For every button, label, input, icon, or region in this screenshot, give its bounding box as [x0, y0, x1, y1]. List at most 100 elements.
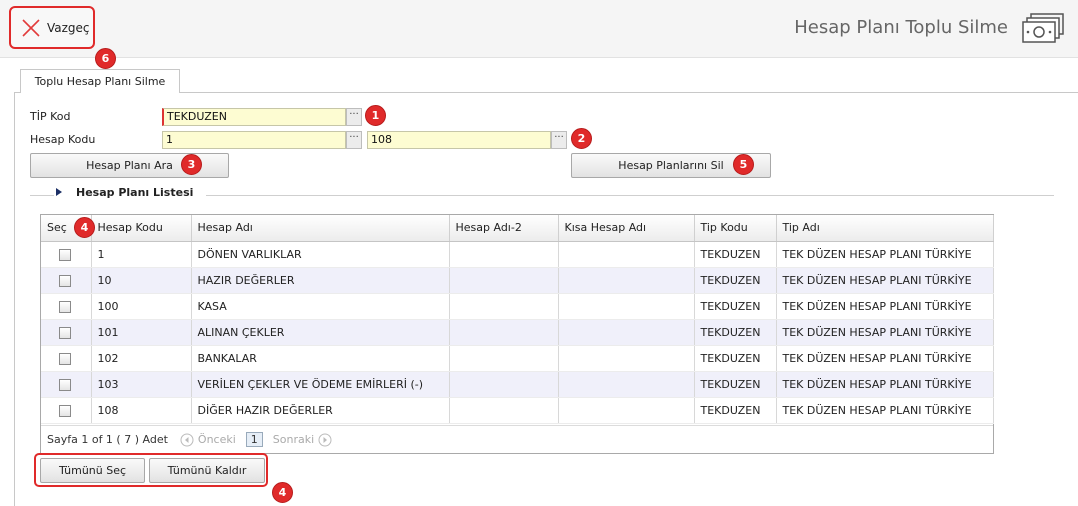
prev-page-button[interactable]: Önceki	[172, 433, 236, 447]
table-row[interactable]: 108 DİĞER HAZIR DEĞERLER TEKDUZEN TEK DÜ…	[41, 397, 994, 424]
hesap-kodu-from-input[interactable]: 1	[162, 131, 346, 149]
row-checkbox-cell	[41, 345, 92, 372]
col-hesap-adi[interactable]: Hesap Adı	[191, 215, 450, 242]
cell-tip-adi: TEK DÜZEN HESAP PLANI TÜRKİYE	[776, 397, 994, 424]
col-tip-kodu[interactable]: Tip Kodu	[694, 215, 777, 242]
annotation-badge-1: 1	[365, 105, 386, 126]
cell-hesap-adi-2	[449, 267, 559, 294]
col-kisa-hesap-adi[interactable]: Kısa Hesap Adı	[558, 215, 695, 242]
cell-hesap-adi-2	[449, 397, 559, 424]
page-title: Hesap Planı Toplu Silme	[794, 17, 1008, 38]
annotation-badge-3: 3	[181, 154, 202, 175]
cell-hesap-adi-2	[449, 241, 559, 268]
row-checkbox-cell	[41, 293, 92, 320]
cell-kisa-hesap-adi	[558, 371, 695, 398]
cell-hesap-adi: ALINAN ÇEKLER	[191, 319, 450, 346]
cell-tip-adi: TEK DÜZEN HESAP PLANI TÜRKİYE	[776, 241, 994, 268]
row-checkbox[interactable]	[59, 326, 71, 339]
cell-tip-adi: TEK DÜZEN HESAP PLANI TÜRKİYE	[776, 267, 994, 294]
collapse-arrow-icon[interactable]	[56, 188, 62, 196]
cell-tip-adi: TEK DÜZEN HESAP PLANI TÜRKİYE	[776, 371, 994, 398]
select-all-button[interactable]: Tümünü Seç	[40, 458, 145, 483]
cell-hesap-kodu: 100	[91, 293, 192, 320]
clear-all-button[interactable]: Tümünü Kaldır	[149, 458, 265, 483]
row-checkbox[interactable]	[59, 274, 71, 287]
hesap-kodu-to-input[interactable]: 108	[367, 131, 551, 149]
legend-line-right	[206, 195, 1054, 196]
cell-hesap-adi: KASA	[191, 293, 450, 320]
annotation-badge-4-bottom: 4	[272, 482, 293, 503]
row-checkbox-cell	[41, 241, 92, 268]
row-checkbox-cell	[41, 267, 92, 294]
hesap-kodu-label: Hesap Kodu	[30, 133, 96, 146]
hesap-kodu-from-trigger-button[interactable]: ···	[346, 131, 362, 149]
row-checkbox[interactable]	[59, 404, 71, 417]
clear-all-label: Tümünü Kaldır	[167, 464, 247, 477]
table-row[interactable]: 103 VERİLEN ÇEKLER VE ÖDEME EMİRLERİ (-)…	[41, 371, 994, 398]
tip-kod-trigger-button[interactable]: ···	[346, 108, 362, 126]
money-stack-icon	[1022, 13, 1064, 43]
cell-hesap-adi: BANKALAR	[191, 345, 450, 372]
cell-tip-adi: TEK DÜZEN HESAP PLANI TÜRKİYE	[776, 293, 994, 320]
grid-header-row: Seç Hesap Kodu Hesap Adı Hesap Adı-2 Kıs…	[41, 215, 994, 242]
cell-hesap-kodu: 102	[91, 345, 192, 372]
tip-kod-input[interactable]: TEKDUZEN	[162, 108, 346, 126]
cell-hesap-adi-2	[449, 371, 559, 398]
cell-tip-kodu: TEKDUZEN	[694, 319, 777, 346]
hesap-kodu-to-trigger-button[interactable]: ···	[551, 131, 567, 149]
col-hesap-adi-2[interactable]: Hesap Adı-2	[449, 215, 559, 242]
cell-kisa-hesap-adi	[558, 293, 695, 320]
cell-kisa-hesap-adi	[558, 397, 695, 424]
chevron-left-icon	[180, 433, 194, 446]
prev-page-label: Önceki	[197, 433, 236, 446]
cell-hesap-adi: VERİLEN ÇEKLER VE ÖDEME EMİRLERİ (-)	[191, 371, 450, 398]
annotation-badge-6: 6	[95, 48, 116, 69]
row-checkbox[interactable]	[59, 378, 71, 391]
tab-toplu-silme[interactable]: Toplu Hesap Planı Silme	[20, 69, 180, 93]
search-button-label: Hesap Planı Ara	[86, 159, 173, 172]
cell-tip-adi: TEK DÜZEN HESAP PLANI TÜRKİYE	[776, 319, 994, 346]
table-row[interactable]: 100 KASA TEKDUZEN TEK DÜZEN HESAP PLANI …	[41, 293, 994, 320]
row-checkbox-cell	[41, 371, 92, 398]
hesap-plani-grid: Seç Hesap Kodu Hesap Adı Hesap Adı-2 Kıs…	[40, 214, 994, 454]
cell-tip-adi: TEK DÜZEN HESAP PLANI TÜRKİYE	[776, 345, 994, 372]
col-tip-adi[interactable]: Tip Adı	[776, 215, 994, 242]
table-row[interactable]: 102 BANKALAR TEKDUZEN TEK DÜZEN HESAP PL…	[41, 345, 994, 372]
top-toolbar: Vazgeç Hesap Planı Toplu Silme	[0, 0, 1078, 58]
col-hesap-kodu[interactable]: Hesap Kodu	[91, 215, 192, 242]
row-checkbox[interactable]	[59, 352, 71, 365]
row-checkbox-cell	[41, 397, 92, 424]
cancel-button[interactable]: Vazgeç	[9, 6, 95, 49]
cell-hesap-adi: DİĞER HAZIR DEĞERLER	[191, 397, 450, 424]
cell-hesap-adi-2	[449, 319, 559, 346]
cell-tip-kodu: TEKDUZEN	[694, 267, 777, 294]
cell-tip-kodu: TEKDUZEN	[694, 345, 777, 372]
pager-summary: Sayfa 1 of 1 ( 7 ) Adet	[47, 433, 168, 446]
tip-kod-label: TİP Kod	[30, 110, 71, 123]
cell-hesap-adi-2	[449, 293, 559, 320]
row-checkbox[interactable]	[59, 248, 71, 261]
annotation-badge-5: 5	[733, 154, 754, 175]
cancel-label: Vazgeç	[47, 20, 90, 35]
table-row[interactable]: 10 HAZIR DEĞERLER TEKDUZEN TEK DÜZEN HES…	[41, 267, 994, 294]
grid-table: Seç Hesap Kodu Hesap Adı Hesap Adı-2 Kıs…	[41, 215, 994, 424]
grid-pager: Sayfa 1 of 1 ( 7 ) Adet Önceki 1 Sonraki	[41, 425, 993, 453]
cell-hesap-kodu: 10	[91, 267, 192, 294]
annotation-badge-2: 2	[571, 128, 592, 149]
row-checkbox[interactable]	[59, 300, 71, 313]
cell-tip-kodu: TEKDUZEN	[694, 371, 777, 398]
cell-hesap-adi-2	[449, 345, 559, 372]
table-row[interactable]: 101 ALINAN ÇEKLER TEKDUZEN TEK DÜZEN HES…	[41, 319, 994, 346]
next-page-label: Sonraki	[272, 433, 315, 446]
current-page[interactable]: 1	[245, 432, 263, 447]
cell-kisa-hesap-adi	[558, 319, 695, 346]
row-checkbox-cell	[41, 319, 92, 346]
select-all-label: Tümünü Seç	[58, 464, 127, 477]
cell-hesap-adi: HAZIR DEĞERLER	[191, 267, 450, 294]
table-row[interactable]: 1 DÖNEN VARLIKLAR TEKDUZEN TEK DÜZEN HES…	[41, 241, 994, 268]
cell-kisa-hesap-adi	[558, 345, 695, 372]
delete-button-label: Hesap Planlarını Sil	[618, 159, 724, 172]
cell-hesap-kodu: 103	[91, 371, 192, 398]
next-page-button[interactable]: Sonraki	[273, 433, 332, 447]
cell-hesap-kodu: 1	[91, 241, 192, 268]
